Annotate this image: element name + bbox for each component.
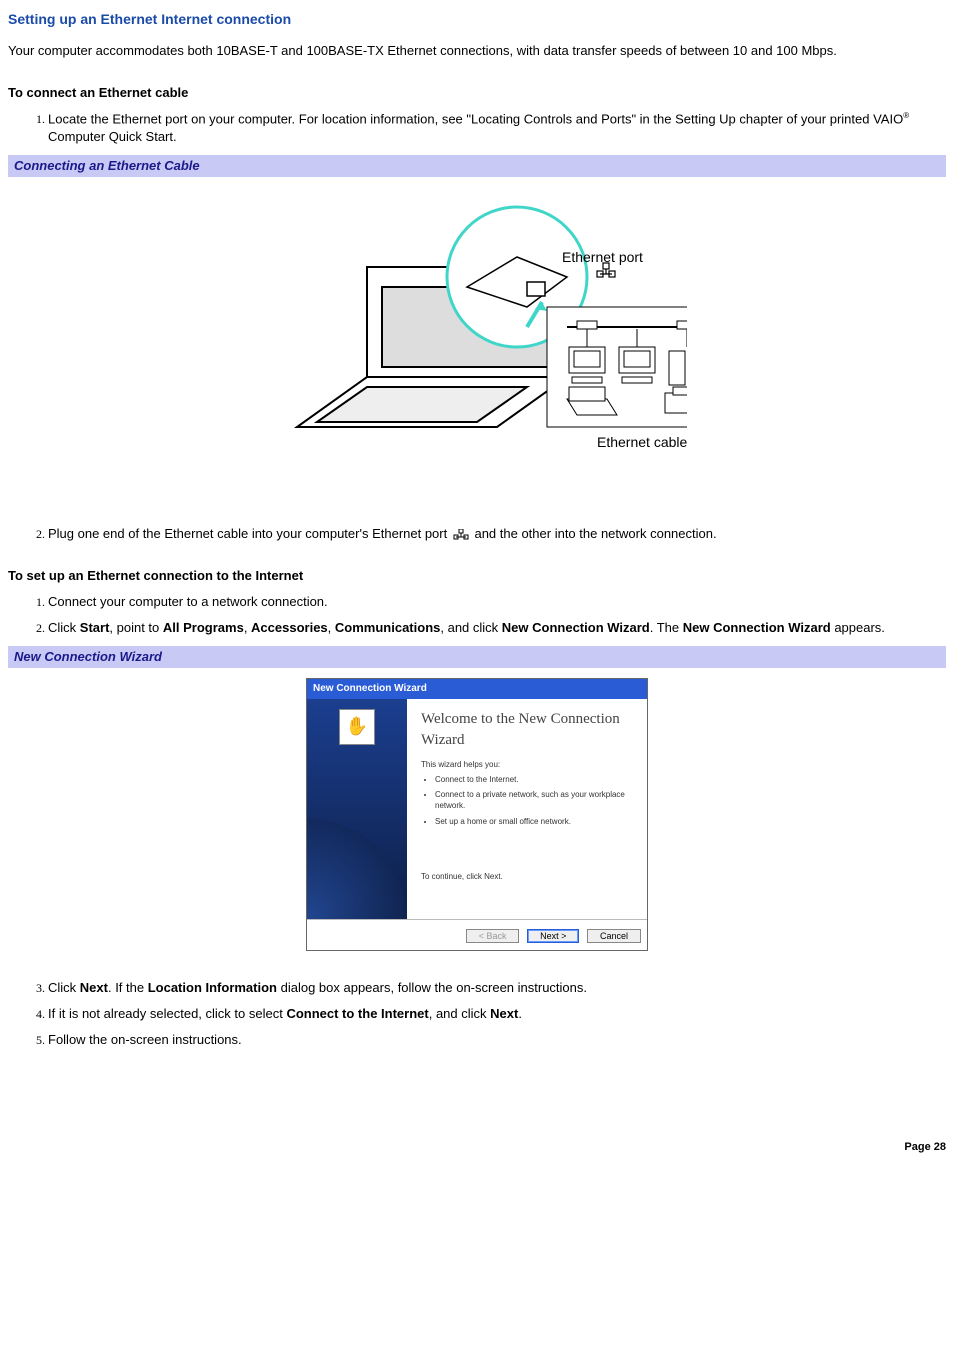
wizard-sidebar: ✋: [307, 699, 407, 919]
connect-cable-step-2: Plug one end of the Ethernet cable into …: [48, 525, 946, 543]
registered-mark: ®: [903, 111, 909, 120]
wizard-bullet-1: Connect to the Internet.: [435, 774, 633, 785]
intro-paragraph: Your computer accommodates both 10BASE-T…: [8, 42, 946, 60]
wizard-back-button[interactable]: < Back: [466, 929, 520, 943]
page-number: Page 28: [8, 1140, 946, 1155]
page-title: Setting up an Ethernet Internet connecti…: [8, 10, 946, 30]
wizard-welcome-heading: Welcome to the New Connection Wizard: [421, 709, 633, 751]
step1-text-post: Computer Quick Start.: [48, 129, 177, 144]
figure-wizard: New Connection Wizard ✋ Welcome to the N…: [8, 668, 946, 971]
setup-step-3: Click Next. If the Location Information …: [48, 979, 946, 997]
ethernet-port-icon: [453, 528, 469, 540]
step1-text-pre: Locate the Ethernet port on your compute…: [48, 111, 903, 126]
setup-step-4: If it is not already selected, click to …: [48, 1005, 946, 1023]
connect-cable-step-1: Locate the Ethernet port on your compute…: [48, 110, 946, 147]
wizard-helps-text: This wizard helps you:: [421, 759, 633, 770]
section-connect-cable-heading: To connect an Ethernet cable: [8, 84, 946, 102]
setup-step-1: Connect your computer to a network conne…: [48, 593, 946, 611]
figure-ethernet-cable: Ethernet port Ethernet cable: [8, 177, 946, 517]
ethernet-diagram-svg: Ethernet port Ethernet cable: [267, 187, 687, 497]
wizard-titlebar: New Connection Wizard: [307, 679, 647, 699]
figure-caption-ethernet-cable: Connecting an Ethernet Cable: [8, 155, 946, 177]
setup-step-2: Click Start, point to All Programs, Acce…: [48, 619, 946, 637]
wizard-cancel-button[interactable]: Cancel: [587, 929, 641, 943]
wizard-hand-icon: ✋: [339, 709, 375, 745]
wizard-next-button[interactable]: Next >: [527, 929, 579, 943]
setup-step-5: Follow the on-screen instructions.: [48, 1031, 946, 1049]
section-setup-connection-heading: To set up an Ethernet connection to the …: [8, 567, 946, 585]
step2-text-pre: Plug one end of the Ethernet cable into …: [48, 526, 451, 541]
ethernet-cable-label: Ethernet cable: [597, 434, 687, 450]
wizard-globe-icon: [307, 819, 407, 919]
wizard-bullet-3: Set up a home or small office network.: [435, 816, 633, 827]
figure-caption-wizard: New Connection Wizard: [8, 646, 946, 668]
wizard-window: New Connection Wizard ✋ Welcome to the N…: [306, 678, 648, 951]
wizard-continue-text: To continue, click Next.: [421, 871, 633, 882]
step2-text-post: and the other into the network connectio…: [474, 526, 716, 541]
wizard-bullet-2: Connect to a private network, such as yo…: [435, 789, 633, 811]
